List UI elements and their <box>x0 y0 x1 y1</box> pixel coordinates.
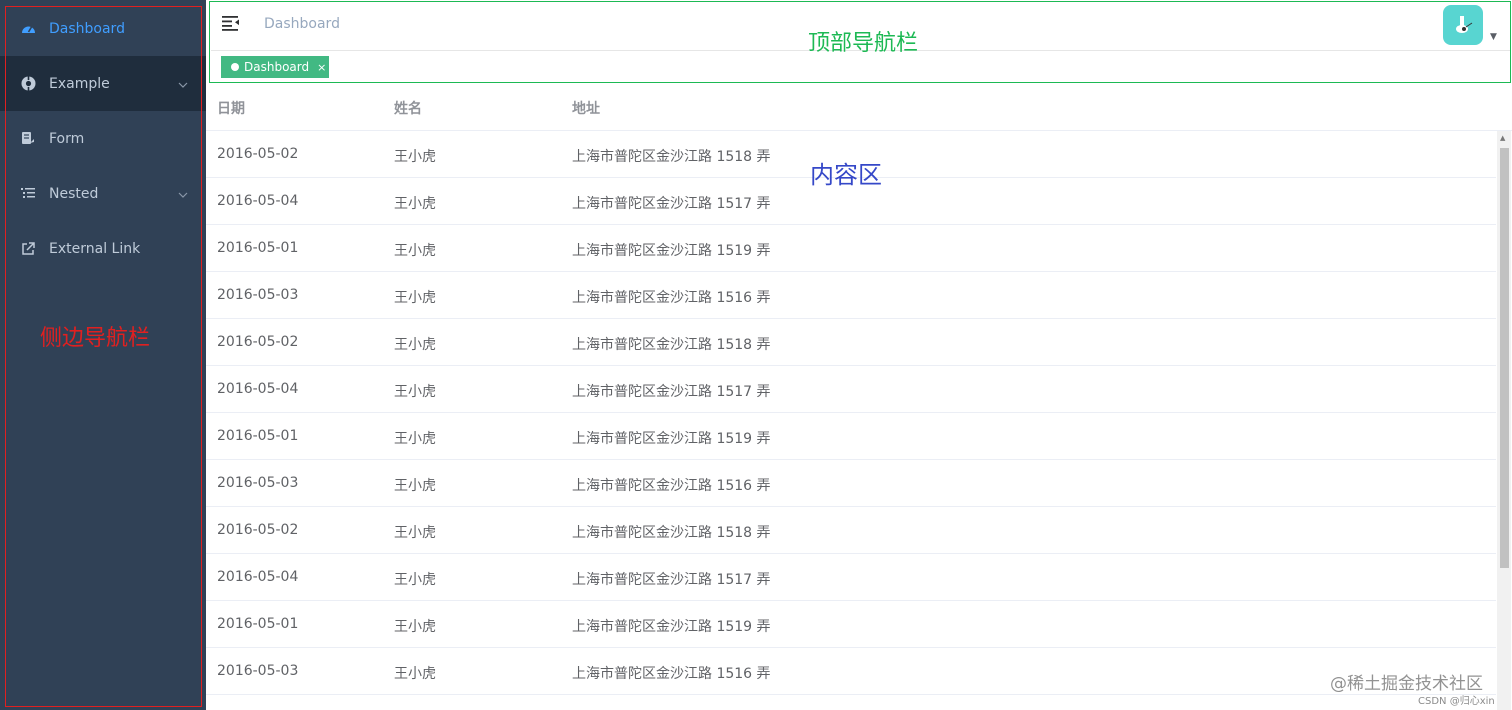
cell-name: 王小虎 <box>394 290 436 306</box>
cell-name: 王小虎 <box>394 666 436 682</box>
table-row[interactable]: 2016-05-04 王小虎 上海市普陀区金沙江路 1517 弄 <box>206 554 1496 601</box>
table-row[interactable]: 2016-05-01 王小虎 上海市普陀区金沙江路 1519 弄 <box>206 601 1496 648</box>
chevron-down-icon <box>178 76 188 92</box>
cell-date: 2016-05-04 <box>217 381 299 397</box>
tags-view-item-dashboard[interactable]: Dashboard × <box>221 56 329 78</box>
sidebar-annotation: 侧边导航栏 <box>40 326 151 351</box>
cell-name: 王小虎 <box>394 337 436 353</box>
hamburger-toggle[interactable] <box>222 15 240 35</box>
sidebar: Dashboard Example Form Nested External L… <box>0 0 206 710</box>
example-icon <box>20 76 36 92</box>
sidebar-item-label: Form <box>49 130 85 147</box>
app: Dashboard Example Form Nested External L… <box>0 0 1512 710</box>
cell-address: 上海市普陀区金沙江路 1517 弄 <box>572 384 771 400</box>
navbar-annotation: 顶部导航栏 <box>808 31 919 56</box>
cell-date: 2016-05-01 <box>217 428 299 444</box>
table-row[interactable]: 2016-05-03 王小虎 上海市普陀区金沙江路 1516 弄 <box>206 648 1496 695</box>
watermark: @稀土掘金技术社区 <box>1330 674 1483 694</box>
menu-fold-icon <box>222 16 239 31</box>
cell-name: 王小虎 <box>394 478 436 494</box>
cell-address: 上海市普陀区金沙江路 1518 弄 <box>572 337 771 353</box>
sidebar-item-dashboard[interactable]: Dashboard <box>0 1 206 56</box>
cell-name: 王小虎 <box>394 149 436 165</box>
cell-date: 2016-05-01 <box>217 240 299 256</box>
cell-address: 上海市普陀区金沙江路 1517 弄 <box>572 196 771 212</box>
cell-name: 王小虎 <box>394 196 436 212</box>
cell-date: 2016-05-04 <box>217 569 299 585</box>
scrollbar-thumb[interactable] <box>1500 148 1509 568</box>
table-row[interactable]: 2016-05-02 王小虎 上海市普陀区金沙江路 1518 弄 <box>206 319 1496 366</box>
cell-date: 2016-05-02 <box>217 522 299 538</box>
table-row[interactable]: 2016-05-03 王小虎 上海市普陀区金沙江路 1516 弄 <box>206 460 1496 507</box>
cell-name: 王小虎 <box>394 243 436 259</box>
cell-address: 上海市普陀区金沙江路 1518 弄 <box>572 149 771 165</box>
table-header: 日期 姓名 地址 <box>206 84 1512 131</box>
form-icon <box>20 131 36 147</box>
cell-date: 2016-05-03 <box>217 663 299 679</box>
cell-name: 王小虎 <box>394 572 436 588</box>
cell-date: 2016-05-01 <box>217 616 299 632</box>
cell-name: 王小虎 <box>394 525 436 541</box>
cell-name: 王小虎 <box>394 384 436 400</box>
sidebar-item-form[interactable]: Form <box>0 111 206 166</box>
cell-address: 上海市普陀区金沙江路 1518 弄 <box>572 525 771 541</box>
nested-icon <box>20 186 36 202</box>
cell-address: 上海市普陀区金沙江路 1516 弄 <box>572 290 771 306</box>
tag-label: Dashboard <box>244 60 310 74</box>
table-row[interactable]: 2016-05-03 王小虎 上海市普陀区金沙江路 1516 弄 <box>206 272 1496 319</box>
avatar[interactable] <box>1443 5 1483 45</box>
cell-address: 上海市普陀区金沙江路 1519 弄 <box>572 431 771 447</box>
breadcrumb: Dashboard <box>264 16 340 32</box>
caret-down-icon[interactable]: ▼ <box>1490 32 1497 42</box>
external-link-icon <box>20 241 36 257</box>
cell-date: 2016-05-04 <box>217 193 299 209</box>
cell-address: 上海市普陀区金沙江路 1517 弄 <box>572 572 771 588</box>
cell-address: 上海市普陀区金沙江路 1519 弄 <box>572 619 771 635</box>
cell-date: 2016-05-03 <box>217 287 299 303</box>
sidebar-item-external-link[interactable]: External Link <box>0 221 206 276</box>
scroll-up-arrow-icon[interactable]: ▲ <box>1500 134 1505 142</box>
cell-name: 王小虎 <box>394 431 436 447</box>
column-header-date[interactable]: 日期 <box>217 98 245 118</box>
cell-address: 上海市普陀区金沙江路 1516 弄 <box>572 666 771 682</box>
cell-date: 2016-05-02 <box>217 146 299 162</box>
cell-address: 上海市普陀区金沙江路 1516 弄 <box>572 478 771 494</box>
watermark-credit: CSDN @归心xin <box>1418 696 1495 707</box>
cell-date: 2016-05-02 <box>217 334 299 350</box>
table-row[interactable]: 2016-05-04 王小虎 上海市普陀区金沙江路 1517 弄 <box>206 366 1496 413</box>
cell-name: 王小虎 <box>394 619 436 635</box>
content-annotation: 内容区 <box>810 161 882 189</box>
sidebar-item-label: External Link <box>49 240 141 257</box>
sidebar-item-example[interactable]: Example <box>0 56 206 111</box>
sidebar-item-nested[interactable]: Nested <box>0 166 206 221</box>
column-header-address[interactable]: 地址 <box>572 98 600 118</box>
dashboard-icon <box>20 21 36 37</box>
table-row[interactable]: 2016-05-01 王小虎 上海市普陀区金沙江路 1519 弄 <box>206 225 1496 272</box>
cell-date: 2016-05-03 <box>217 475 299 491</box>
sidebar-item-label: Example <box>49 75 110 92</box>
table-row[interactable]: 2016-05-01 王小虎 上海市普陀区金沙江路 1519 弄 <box>206 413 1496 460</box>
avatar-image-icon <box>1456 16 1473 33</box>
table-row[interactable]: 2016-05-02 王小虎 上海市普陀区金沙江路 1518 弄 <box>206 507 1496 554</box>
cell-address: 上海市普陀区金沙江路 1519 弄 <box>572 243 771 259</box>
close-icon[interactable]: × <box>317 61 326 74</box>
chevron-down-icon <box>178 186 188 202</box>
sidebar-item-label: Nested <box>49 185 99 202</box>
active-dot-icon <box>231 63 239 71</box>
column-header-name[interactable]: 姓名 <box>394 98 422 118</box>
sidebar-item-label: Dashboard <box>49 20 125 37</box>
